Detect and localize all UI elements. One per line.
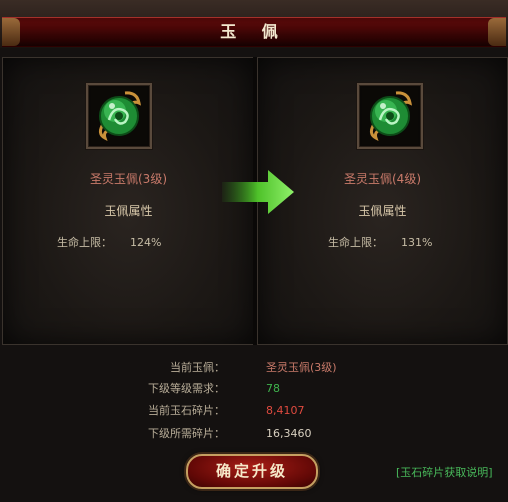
current-hp-stat: 生命上限： 124% bbox=[57, 234, 161, 250]
current-jade-panel: 圣灵玉佩(3级) 玉佩属性 生命上限： 124% bbox=[2, 57, 255, 345]
current-hp-label: 生命上限： bbox=[57, 236, 112, 249]
jade-pendant-icon bbox=[91, 88, 147, 144]
current-jade-attrs-label: 玉佩属性 bbox=[104, 204, 153, 218]
level-req-row: 下级等级需求： 78 bbox=[0, 381, 508, 397]
jade-upgrade-window: 玉 佩 圣灵玉佩(3级) 玉佩属性 生命上限： 124% 圣灵玉佩(4级) 玉佩… bbox=[0, 0, 508, 502]
title-bar: 玉 佩 bbox=[2, 17, 506, 47]
current-jade-value: 圣灵玉佩(3级) bbox=[266, 361, 337, 374]
fragment-help-link-text[interactable]: [玉石碎片获取说明] bbox=[396, 466, 493, 479]
level-req-label: 下级等级需求： bbox=[148, 382, 225, 395]
current-jade-label: 当前玉佩： bbox=[170, 361, 225, 374]
current-jade-slot[interactable] bbox=[86, 83, 152, 149]
right-arrow-icon bbox=[222, 170, 294, 214]
current-frag-row: 当前玉石碎片： 8,4107 bbox=[0, 403, 508, 419]
current-frag-label: 当前玉石碎片： bbox=[148, 404, 225, 417]
next-jade-slot[interactable] bbox=[357, 83, 423, 149]
needed-frag-value: 16,3460 bbox=[266, 427, 312, 440]
needed-frag-label: 下级所需碎片： bbox=[148, 427, 225, 440]
jade-pendant-icon bbox=[362, 88, 418, 144]
current-jade-name: 圣灵玉佩(3级) bbox=[90, 172, 167, 186]
next-hp-value: 131% bbox=[401, 236, 433, 249]
fragment-help-link[interactable]: [玉石碎片获取说明] bbox=[396, 464, 493, 480]
next-hp-stat: 生命上限： 131% bbox=[328, 234, 432, 250]
window-title: 玉 佩 bbox=[220, 22, 288, 41]
current-jade-row: 当前玉佩： 圣灵玉佩(3级) bbox=[0, 360, 508, 376]
next-hp-label: 生命上限： bbox=[328, 236, 383, 249]
level-req-value: 78 bbox=[266, 382, 280, 395]
needed-frag-row: 下级所需碎片： 16,3460 bbox=[0, 426, 508, 442]
current-frag-value: 8,4107 bbox=[266, 404, 305, 417]
current-hp-value: 124% bbox=[130, 236, 162, 249]
confirm-upgrade-button[interactable]: 确定升级 bbox=[186, 454, 318, 489]
